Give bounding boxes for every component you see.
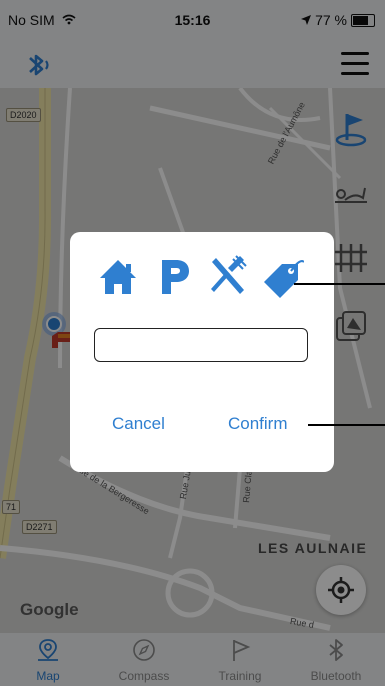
parking-icon[interactable] xyxy=(152,252,196,302)
cancel-button[interactable]: Cancel xyxy=(112,414,165,434)
restaurant-icon[interactable] xyxy=(206,252,250,302)
poi-type-picker xyxy=(96,252,308,302)
poi-name-input[interactable] xyxy=(94,328,308,362)
annotation-line-top xyxy=(294,283,385,285)
tag-icon[interactable] xyxy=(260,252,304,302)
annotation-line-bottom xyxy=(308,424,385,426)
poi-dialog: Cancel Confirm xyxy=(70,232,334,472)
home-icon[interactable] xyxy=(96,252,140,302)
confirm-button[interactable]: Confirm xyxy=(228,414,288,434)
